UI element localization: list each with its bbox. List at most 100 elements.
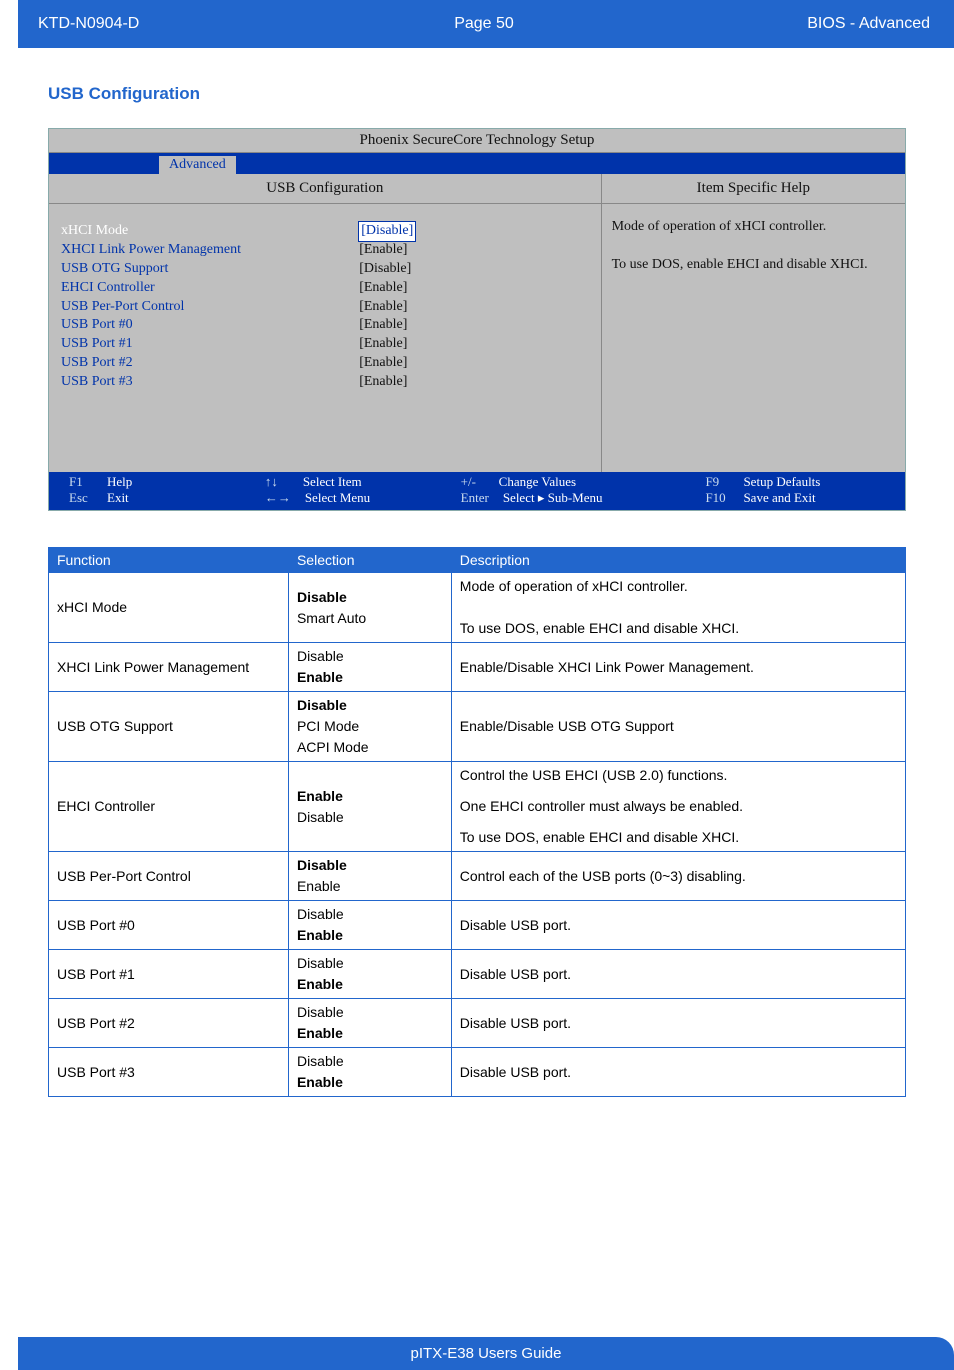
bios-setting-label: USB Port #0 bbox=[61, 316, 359, 335]
bios-title: Phoenix SecureCore Technology Setup bbox=[49, 129, 905, 153]
bios-footer-key: F9 bbox=[705, 474, 729, 490]
bios-footer-key: F1 bbox=[69, 474, 93, 490]
table-row: USB Port #1DisableEnableDisable USB port… bbox=[49, 950, 906, 999]
bios-footer-action: Select Menu bbox=[305, 490, 370, 506]
cell-description: Disable USB port. bbox=[451, 1048, 905, 1097]
doc-id: KTD-N0904-D bbox=[32, 15, 335, 33]
page-header: KTD-N0904-D Page 50 BIOS - Advanced bbox=[0, 0, 954, 48]
cell-function: USB Port #3 bbox=[49, 1048, 289, 1097]
cell-function: EHCI Controller bbox=[49, 762, 289, 852]
bios-setting-label: USB Port #3 bbox=[61, 373, 359, 392]
bios-setting-value: [Enable] bbox=[359, 335, 588, 354]
section-title: USB Configuration bbox=[48, 84, 906, 104]
bios-footer-action: Setup Defaults bbox=[743, 474, 820, 490]
bios-setting-row[interactable]: USB Port #0[Enable] bbox=[61, 316, 589, 335]
bios-setting-row[interactable]: USB OTG Support[Disable] bbox=[61, 260, 589, 279]
page-footer: pITX-E38 Users Guide bbox=[18, 1337, 954, 1370]
table-row: USB Port #3DisableEnableDisable USB port… bbox=[49, 1048, 906, 1097]
cell-selection: DisableSmart Auto bbox=[288, 573, 451, 643]
cell-description: Mode of operation of xHCI controller.To … bbox=[451, 573, 905, 643]
table-row: XHCI Link Power ManagementDisableEnableE… bbox=[49, 643, 906, 692]
cell-selection: DisableEnable bbox=[288, 950, 451, 999]
bios-footer-item: F10 Save and Exit bbox=[705, 490, 885, 506]
table-row: USB Port #2DisableEnableDisable USB port… bbox=[49, 999, 906, 1048]
cell-selection: DisablePCI ModeACPI Mode bbox=[288, 692, 451, 762]
bios-footer-action: Select Item bbox=[303, 474, 362, 490]
bios-setting-row[interactable]: USB Port #3[Enable] bbox=[61, 373, 589, 392]
bios-help-title: Item Specific Help bbox=[602, 174, 905, 204]
cell-description: Enable/Disable XHCI Link Power Managemen… bbox=[451, 643, 905, 692]
th-function: Function bbox=[49, 548, 289, 573]
bios-setting-row[interactable]: USB Per-Port Control[Enable] bbox=[61, 298, 589, 317]
bios-setting-row[interactable]: xHCI Mode[Disable] bbox=[61, 222, 589, 241]
cell-function: USB Port #0 bbox=[49, 901, 289, 950]
cell-function: USB OTG Support bbox=[49, 692, 289, 762]
bios-footer-key: Esc bbox=[69, 490, 93, 506]
cell-description: Control each of the USB ports (0~3) disa… bbox=[451, 852, 905, 901]
table-row: USB Per-Port ControlDisableEnableControl… bbox=[49, 852, 906, 901]
cell-function: USB Port #2 bbox=[49, 999, 289, 1048]
bios-setting-value: [Enable] bbox=[359, 354, 588, 373]
bios-tab-advanced[interactable]: Advanced bbox=[159, 156, 236, 174]
cell-description: Disable USB port. bbox=[451, 901, 905, 950]
bios-footer-item: Enter Select ▸ Sub-Menu bbox=[461, 490, 706, 506]
bios-footer-item: F9 Setup Defaults bbox=[705, 474, 885, 490]
cell-function: xHCI Mode bbox=[49, 573, 289, 643]
th-description: Description bbox=[451, 548, 905, 573]
cell-function: XHCI Link Power Management bbox=[49, 643, 289, 692]
bios-setting-label: USB Port #1 bbox=[61, 335, 359, 354]
bios-setting-row[interactable]: EHCI Controller[Enable] bbox=[61, 279, 589, 298]
bios-help-text: Mode of operation of xHCI controller. To… bbox=[602, 204, 905, 289]
bios-setting-value: [Disable] bbox=[359, 260, 588, 279]
bios-setting-label: USB Per-Port Control bbox=[61, 298, 359, 317]
cell-function: USB Per-Port Control bbox=[49, 852, 289, 901]
bios-footer: F1 Help ↑↓ Select Item +/- Change Values F9 Set… bbox=[49, 472, 905, 510]
bios-footer-action: Select ▸ Sub-Menu bbox=[503, 490, 603, 506]
bios-tab-bar: Advanced bbox=[49, 153, 905, 174]
bios-setting-value: [Enable] bbox=[359, 373, 588, 392]
table-row: EHCI ControllerEnableDisableControl the … bbox=[49, 762, 906, 852]
bios-setting-row[interactable]: USB Port #1[Enable] bbox=[61, 335, 589, 354]
bios-footer-key: +/- bbox=[461, 474, 485, 490]
cell-description: Control the USB EHCI (USB 2.0) functions… bbox=[451, 762, 905, 852]
bios-footer-key: ↑↓ bbox=[265, 474, 289, 490]
bios-setting-row[interactable]: USB Port #2[Enable] bbox=[61, 354, 589, 373]
cell-selection: DisableEnable bbox=[288, 852, 451, 901]
bios-footer-action: Exit bbox=[107, 490, 129, 506]
bios-setting-label: USB OTG Support bbox=[61, 260, 359, 279]
bios-setting-value: [Enable] bbox=[359, 298, 588, 317]
bios-footer-action: Help bbox=[107, 474, 132, 490]
cell-function: USB Port #1 bbox=[49, 950, 289, 999]
cell-description: Disable USB port. bbox=[451, 950, 905, 999]
bios-footer-key: F10 bbox=[705, 490, 729, 506]
bios-setting-value: [Enable] bbox=[359, 241, 588, 260]
bios-footer-item: F1 Help bbox=[69, 474, 265, 490]
table-row: USB OTG SupportDisablePCI ModeACPI ModeE… bbox=[49, 692, 906, 762]
cell-description: Disable USB port. bbox=[451, 999, 905, 1048]
cell-selection: DisableEnable bbox=[288, 1048, 451, 1097]
table-row: xHCI ModeDisableSmart AutoMode of operat… bbox=[49, 573, 906, 643]
page-number: Page 50 bbox=[335, 15, 632, 33]
cell-selection: DisableEnable bbox=[288, 901, 451, 950]
bios-screenshot: Phoenix SecureCore Technology Setup Adva… bbox=[48, 128, 906, 511]
bios-setting-row[interactable]: XHCI Link Power Management[Enable] bbox=[61, 241, 589, 260]
bios-setting-value: [Disable] bbox=[359, 222, 588, 241]
bios-setting-value: [Enable] bbox=[359, 316, 588, 335]
bios-footer-key: Enter bbox=[461, 490, 489, 506]
bios-panel-title: USB Configuration bbox=[49, 174, 601, 204]
header-section: BIOS - Advanced bbox=[633, 15, 930, 33]
bios-setting-value: [Enable] bbox=[359, 279, 588, 298]
bios-footer-item: Esc Exit bbox=[69, 490, 265, 506]
bios-footer-item: ←→ Select Menu bbox=[265, 490, 461, 506]
bios-settings-list: xHCI Mode[Disable]XHCI Link Power Manage… bbox=[49, 204, 601, 472]
bios-setting-label: EHCI Controller bbox=[61, 279, 359, 298]
bios-footer-item: +/- Change Values bbox=[461, 474, 706, 490]
table-row: USB Port #0DisableEnableDisable USB port… bbox=[49, 901, 906, 950]
bios-footer-key: ←→ bbox=[265, 490, 291, 506]
bios-footer-action: Save and Exit bbox=[743, 490, 815, 506]
bios-setting-label: USB Port #2 bbox=[61, 354, 359, 373]
cell-selection: EnableDisable bbox=[288, 762, 451, 852]
bios-setting-label: xHCI Mode bbox=[61, 222, 359, 241]
bios-footer-action: Change Values bbox=[499, 474, 576, 490]
bios-setting-label: XHCI Link Power Management bbox=[61, 241, 359, 260]
